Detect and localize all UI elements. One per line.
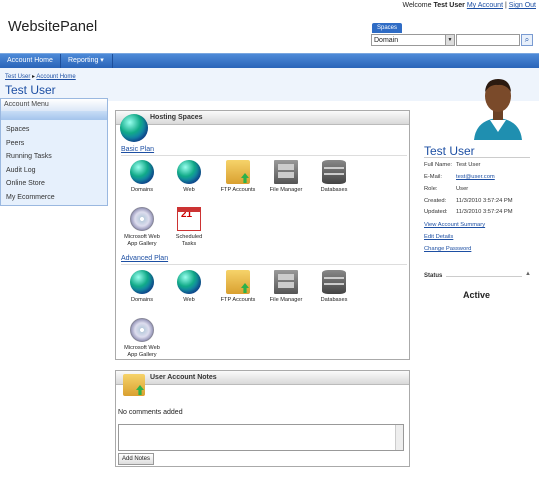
- divider: [121, 155, 407, 156]
- info-label: Full Name:: [424, 162, 453, 168]
- resource-domains[interactable]: Domains: [121, 160, 163, 194]
- breadcrumb-user[interactable]: Test User: [5, 74, 30, 80]
- resource-domains[interactable]: Domains: [121, 270, 163, 304]
- page-title: Test User: [5, 83, 56, 97]
- resource-file-manager[interactable]: File Manager: [265, 270, 307, 304]
- divider: [424, 157, 530, 158]
- info-label: E-Mail:: [424, 174, 443, 180]
- menu-item-spaces[interactable]: Spaces: [1, 123, 107, 137]
- divider: [121, 264, 407, 265]
- info-label: Updated:: [424, 209, 448, 215]
- nav-account-home[interactable]: Account Home: [0, 54, 61, 68]
- status-title: Status: [424, 273, 443, 279]
- menu-item-online-store[interactable]: Online Store: [1, 177, 107, 191]
- breadcrumb: Test User ▸ Account Home: [5, 73, 76, 80]
- globe-icon: [120, 114, 148, 142]
- collapse-icon[interactable]: ▲: [525, 271, 531, 277]
- resource-web-app-gallery[interactable]: Microsoft Web App Gallery: [121, 318, 163, 358]
- cd-icon: [130, 207, 154, 231]
- calendar-icon: [177, 207, 201, 231]
- info-created: 11/3/2010 3:57:24 PM: [456, 198, 513, 204]
- domains-icon: [130, 160, 154, 184]
- ftp-folder-icon: [226, 270, 250, 294]
- page-header: [0, 68, 539, 101]
- menu-item-peers[interactable]: Peers: [1, 137, 107, 151]
- notes-title: User Account Notes: [116, 371, 409, 385]
- info-updated: 11/3/2010 3:57:24 PM: [456, 209, 513, 215]
- nav-reporting[interactable]: Reporting ▾: [61, 54, 113, 68]
- my-account-link[interactable]: My Account: [467, 2, 503, 9]
- resource-file-manager[interactable]: File Manager: [265, 160, 307, 194]
- plan-link-basic[interactable]: Basic Plan: [121, 146, 154, 153]
- database-icon: [322, 160, 346, 184]
- main-nav: Account Home Reporting ▾: [0, 53, 539, 68]
- add-notes-button[interactable]: Add Notes: [118, 453, 154, 465]
- info-label: Created:: [424, 198, 447, 204]
- plan-link-advanced[interactable]: Advanced Plan: [121, 255, 168, 262]
- sign-out-link[interactable]: Sign Out: [509, 2, 536, 9]
- app-logo[interactable]: WebsitePanel: [8, 19, 97, 35]
- menu-item-my-ecommerce[interactable]: My Ecommerce: [1, 191, 107, 205]
- file-cabinet-icon: [274, 270, 298, 294]
- database-icon: [322, 270, 346, 294]
- notes-folder-icon: [123, 374, 145, 396]
- search-type-select[interactable]: Domain ▼: [371, 34, 455, 46]
- resource-ftp-accounts[interactable]: FTP Accounts: [217, 160, 259, 194]
- account-menu-strip: [1, 111, 107, 120]
- resource-databases[interactable]: Databases: [313, 160, 355, 194]
- breadcrumb-account-home[interactable]: Account Home: [36, 74, 75, 80]
- search-icon[interactable]: ⌕: [521, 34, 533, 46]
- view-account-summary-link[interactable]: View Account Summary: [424, 222, 485, 228]
- notes-textarea[interactable]: [118, 424, 404, 451]
- cd-icon: [130, 318, 154, 342]
- welcome-user: Test User: [433, 2, 465, 9]
- resource-scheduled-tasks[interactable]: Scheduled Tasks: [168, 207, 210, 247]
- info-role: User: [456, 186, 469, 192]
- hosting-spaces-title: Hosting Spaces: [116, 111, 409, 125]
- info-email-link[interactable]: test@user.com: [456, 174, 495, 180]
- resource-web[interactable]: Web: [168, 160, 210, 194]
- chevron-down-icon[interactable]: ▼: [445, 35, 454, 45]
- domains-icon: [130, 270, 154, 294]
- ftp-folder-icon: [226, 160, 250, 184]
- file-cabinet-icon: [274, 160, 298, 184]
- separator: |: [504, 2, 507, 9]
- scrollbar[interactable]: [395, 425, 403, 450]
- account-menu: Account Menu Spaces Peers Running Tasks …: [0, 98, 108, 206]
- resource-web-app-gallery[interactable]: Microsoft Web App Gallery: [121, 207, 163, 247]
- breadcrumb-arrow-icon: ▸: [32, 74, 36, 80]
- status-value: Active: [463, 290, 491, 300]
- welcome-bar: Welcome Test User My Account | Sign Out: [402, 2, 536, 9]
- divider: [446, 276, 522, 277]
- menu-item-audit-log[interactable]: Audit Log: [1, 164, 107, 178]
- user-name: Test User: [424, 144, 475, 158]
- resource-web[interactable]: Web: [168, 270, 210, 304]
- change-password-link[interactable]: Change Password: [424, 246, 471, 252]
- web-icon: [177, 160, 201, 184]
- avatar: [474, 79, 522, 140]
- info-label: Role:: [424, 186, 438, 192]
- web-icon: [177, 270, 201, 294]
- resource-databases[interactable]: Databases: [313, 270, 355, 304]
- search-input[interactable]: [456, 34, 520, 46]
- info-fullname: Test User: [456, 162, 481, 168]
- account-menu-title: Account Menu: [1, 99, 107, 111]
- search-type-value: Domain: [374, 37, 399, 44]
- resource-ftp-accounts[interactable]: FTP Accounts: [217, 270, 259, 304]
- spaces-tab[interactable]: Spaces: [372, 23, 402, 33]
- notes-text: No comments added: [118, 409, 183, 416]
- welcome-text: Welcome: [402, 2, 432, 9]
- menu-item-running-tasks[interactable]: Running Tasks: [1, 150, 107, 164]
- edit-details-link[interactable]: Edit Details: [424, 234, 453, 240]
- notes-panel: User Account Notes: [115, 370, 410, 467]
